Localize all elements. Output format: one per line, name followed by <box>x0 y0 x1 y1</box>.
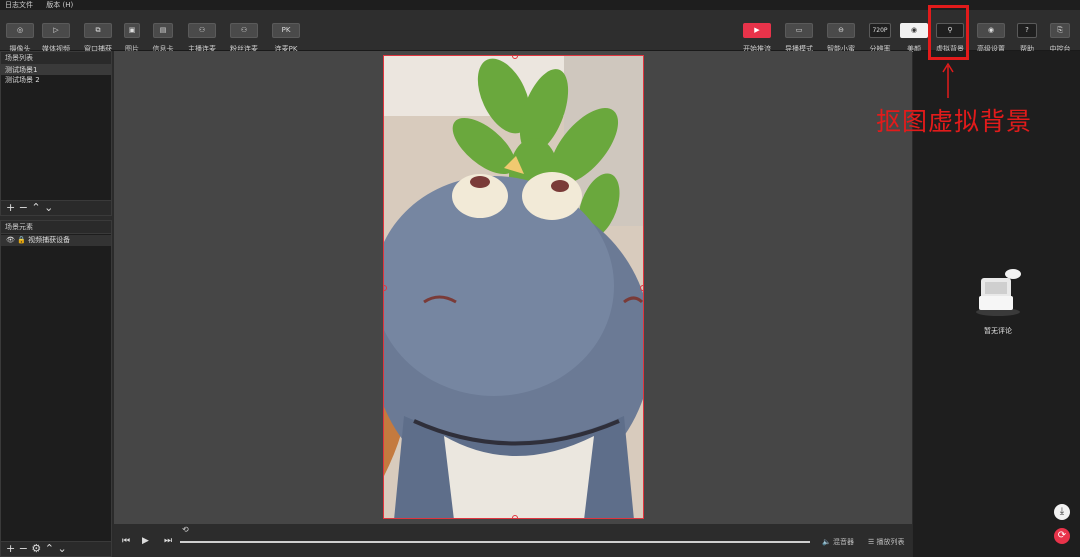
mixer-label: 混音器 <box>832 538 854 546</box>
image-icon: ▣ <box>124 23 140 38</box>
camera-icon: ◎ <box>6 23 34 38</box>
next-icon[interactable]: ⏭ <box>164 536 172 546</box>
robot-icon: ⊖ <box>827 23 855 38</box>
menu-bar: 日志文件 版本 (H) <box>0 0 1080 10</box>
source-controls-icons[interactable]: + − ⚙ ⌃ ⌄ <box>6 542 67 555</box>
eye-icon[interactable]: 👁 <box>6 236 15 244</box>
scene-controls-icons[interactable]: + − ⌃ ⌄ <box>6 201 53 214</box>
source-item-label: 视频捕获设备 <box>28 236 71 244</box>
lock-icon[interactable]: 🔒 <box>17 236 26 244</box>
mixer-button[interactable]: 🔈 混音器 <box>822 537 854 547</box>
playlist-button[interactable]: ☰ 播放列表 <box>868 537 905 547</box>
card-icon: ▤ <box>153 23 173 38</box>
preview-canvas <box>114 51 912 524</box>
director-mode-button[interactable]: ▭ 导播模式 <box>777 17 821 54</box>
menu-version[interactable]: 版本 (H) <box>46 1 73 9</box>
resize-handle[interactable] <box>512 515 518 518</box>
source-item[interactable]: 👁 🔒 视频捕获设备 <box>1 235 111 246</box>
beauty-icon: ◉ <box>900 23 928 38</box>
fan-co-stream-button[interactable]: ⚇ 粉丝连麦 <box>222 17 266 54</box>
source-controls[interactable]: + − ⚙ ⌃ ⌄ <box>1 541 111 556</box>
resize-handle[interactable] <box>640 285 643 291</box>
gear-icon: ◉ <box>977 23 1005 38</box>
play-icon: ▷ <box>42 23 70 38</box>
user-icon: ⚇ <box>188 23 216 38</box>
start-stream-button[interactable]: ▶ 开始推流 <box>735 17 779 54</box>
empty-comments-label: 暂无评论 <box>984 327 1012 335</box>
refresh-icon[interactable]: ⟳ <box>1054 528 1070 544</box>
scene-elements-panel: 场景元素 👁 🔒 视频捕获设备 + − ⚙ ⌃ ⌄ <box>0 220 112 557</box>
empty-inbox-icon <box>976 269 1021 316</box>
monitor-icon: ▭ <box>785 23 813 38</box>
download-icon[interactable]: ⤓ <box>1054 504 1070 520</box>
toolbar: ◎ 摄像头 ▷ 媒体视频 ⧉ 窗口捕获 ▣ 图片 ▤ 信息卡 ⚇ 主播连麦 ⚇ 粉丝连麦 PK… <box>0 10 1080 54</box>
assistant-button[interactable]: ⊖ 智能小蜜 <box>819 17 863 54</box>
loop-icon[interactable]: ⟲ <box>182 525 189 534</box>
previous-icon[interactable]: ⏮ <box>122 536 130 546</box>
video-preview[interactable] <box>383 55 644 519</box>
fan-icon: ⚇ <box>230 23 258 38</box>
window-icon: ⧉ <box>84 23 112 38</box>
scene-elements-title: 场景元素 <box>1 221 111 234</box>
help-icon: ? <box>1017 23 1037 38</box>
scene-controls[interactable]: + − ⌃ ⌄ <box>1 200 111 215</box>
console-button[interactable]: ⎘ 中控台 <box>1038 17 1080 54</box>
start-stream-icon: ▶ <box>743 23 771 38</box>
media-video-button[interactable]: ▷ 媒体视频 <box>34 17 78 54</box>
console-icon: ⎘ <box>1050 23 1070 38</box>
scene-item[interactable]: 测试场景1 <box>1 65 111 75</box>
preview-image <box>384 56 643 518</box>
scene-item[interactable]: 测试场景 2 <box>1 75 111 85</box>
progress-slider[interactable] <box>180 541 810 543</box>
annotation-text: 抠图虚拟背景 <box>876 107 1033 136</box>
empty-comments: 暂无评论 <box>973 268 1023 336</box>
player-bar: ⏮ ▶ ⏭ ⟲ 🔈 混音器 ☰ 播放列表 <box>114 524 912 557</box>
scene-list-panel: 场景列表 测试场景1 测试场景 2 + − ⌃ ⌄ <box>0 51 112 216</box>
annotation-highlight-box <box>928 5 969 60</box>
host-co-stream-button[interactable]: ⚇ 主播连麦 <box>180 17 224 54</box>
pk-icon: PK <box>272 23 300 38</box>
annotation-arrow-icon <box>942 62 954 98</box>
scene-list-title: 场景列表 <box>1 52 111 65</box>
resolution-icon: 720P <box>869 23 891 38</box>
info-card-button[interactable]: ▤ 信息卡 <box>141 17 185 54</box>
playlist-label: 播放列表 <box>876 538 905 546</box>
pk-button[interactable]: PK 连麦PK <box>264 17 308 54</box>
menu-log-file[interactable]: 日志文件 <box>5 1 33 9</box>
play-icon[interactable]: ▶ <box>142 536 149 546</box>
